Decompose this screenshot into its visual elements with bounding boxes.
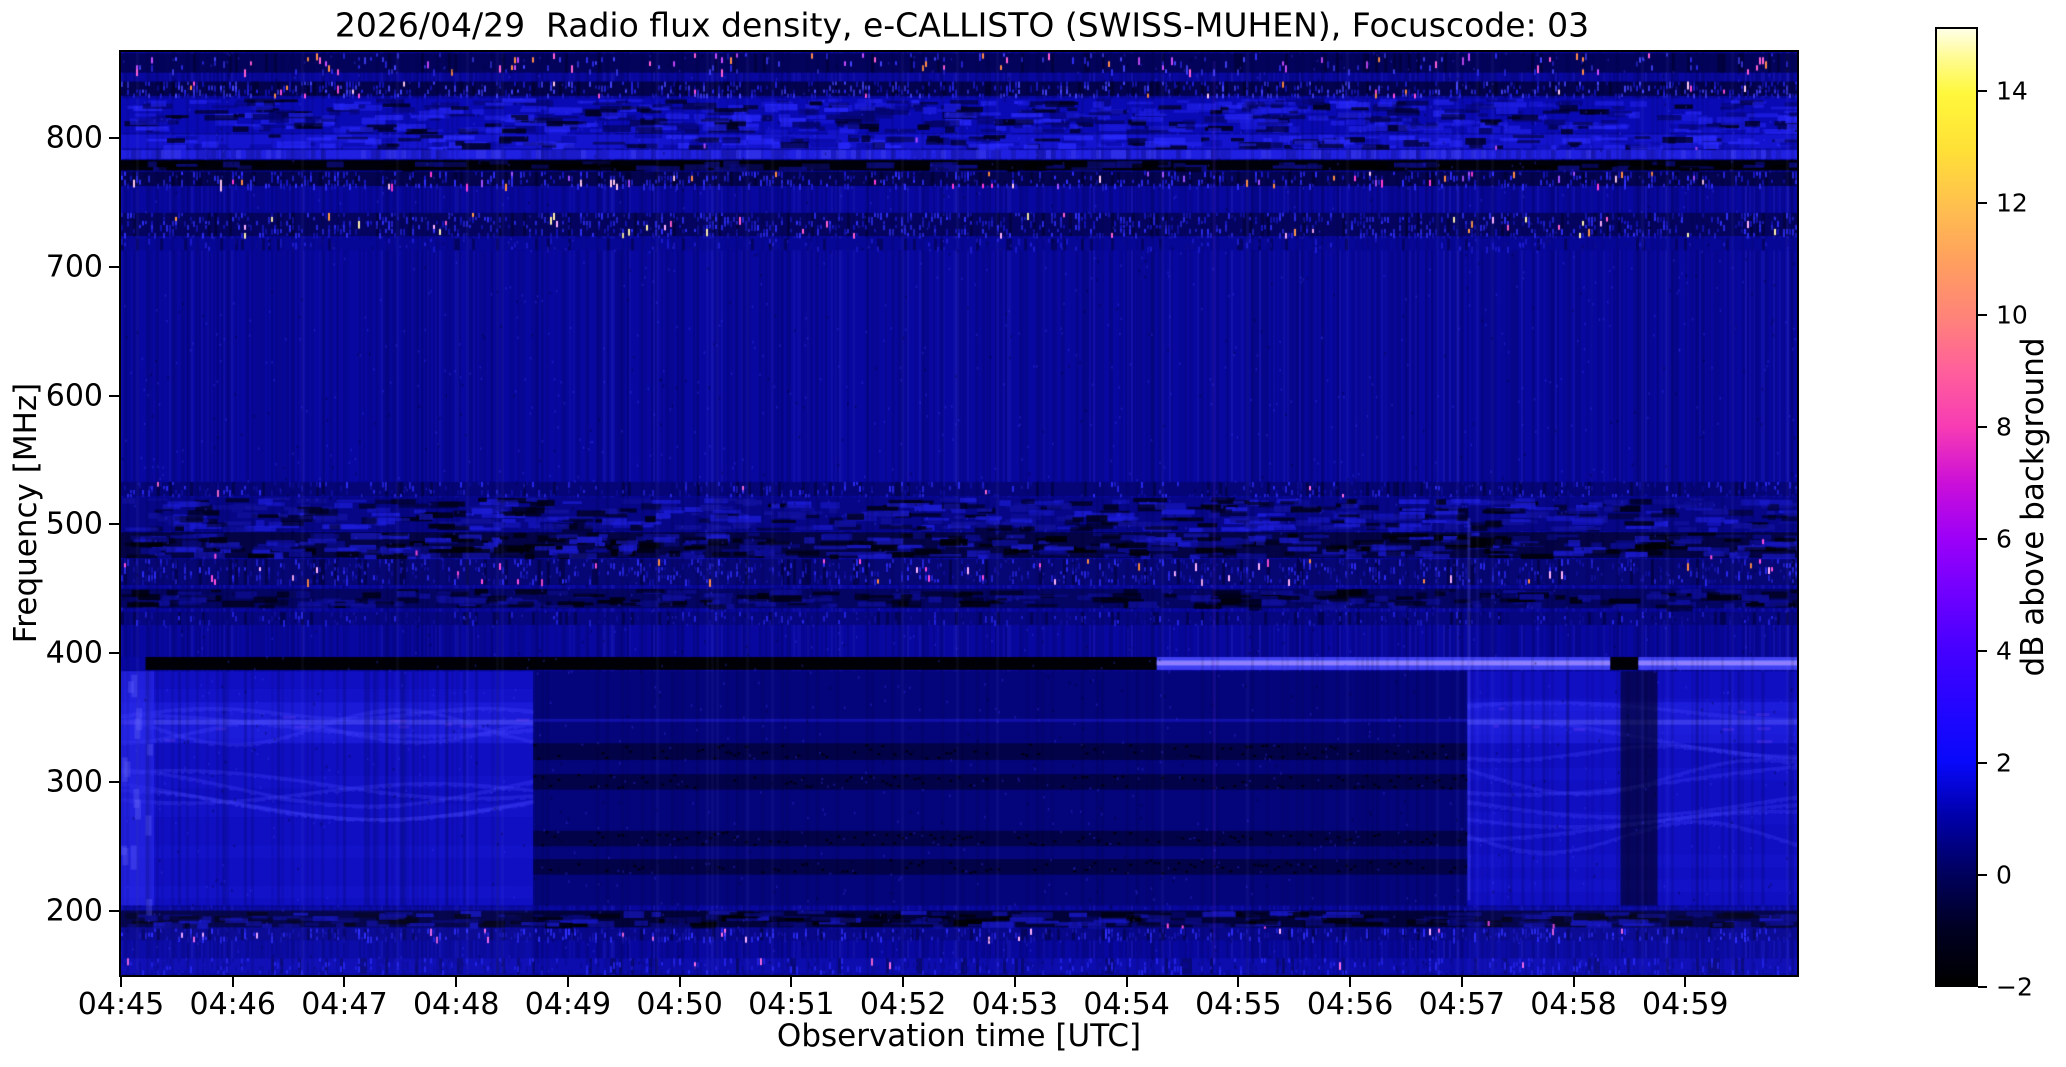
colorbar-tick-mark <box>1978 425 1987 428</box>
colorbar-tick-mark <box>1978 649 1987 652</box>
x-tick-mark <box>231 975 234 987</box>
x-tick-mark <box>566 975 569 987</box>
colorbar-tick-label: 4 <box>1996 636 2012 666</box>
x-axis-label: Observation time [UTC] <box>776 1018 1142 1054</box>
colorbar-tick-mark <box>1978 537 1987 540</box>
x-tick-mark <box>1013 975 1016 987</box>
colorbar-tick-mark <box>1978 89 1987 92</box>
x-tick-label: 04:46 <box>189 987 276 1022</box>
colorbar-tick-mark <box>1978 761 1987 764</box>
x-tick-label: 04:49 <box>524 987 612 1022</box>
colorbar-tick-mark <box>1978 873 1987 876</box>
colorbar-tick-label: 8 <box>1996 412 2012 442</box>
y-tick-mark <box>109 523 121 526</box>
colorbar-tick-mark <box>1978 201 1987 204</box>
colorbar-label: dB above background <box>2015 337 2051 677</box>
figure: 2026/04/29 Radio flux density, e-CALLIST… <box>0 0 2066 1067</box>
x-tick-label: 04:48 <box>412 987 500 1022</box>
colorbar-tick-label: 0 <box>1996 860 2012 890</box>
y-tick-label: 300 <box>45 764 103 800</box>
x-tick-label: 04:53 <box>971 987 1059 1022</box>
x-tick-mark <box>343 975 346 987</box>
colorbar-tick-label: 12 <box>1996 188 2028 218</box>
y-tick-mark <box>109 137 121 140</box>
x-tick-label: 04:59 <box>1642 987 1729 1022</box>
y-tick-label: 200 <box>45 893 103 929</box>
y-tick-mark <box>109 780 121 783</box>
x-tick-mark <box>1349 975 1352 987</box>
x-tick-label: 04:47 <box>301 987 388 1022</box>
colorbar-tick-label: 2 <box>1996 748 2012 778</box>
x-tick-label: 04:45 <box>77 987 165 1022</box>
spectrogram-heatmap <box>121 52 1797 975</box>
x-tick-mark <box>1684 975 1687 987</box>
chart-title: 2026/04/29 Radio flux density, e-CALLIST… <box>334 5 1590 45</box>
x-tick-mark <box>1125 975 1128 987</box>
colorbar-tick-mark <box>1978 313 1987 316</box>
y-tick-mark <box>109 265 121 268</box>
x-tick-mark <box>902 975 905 987</box>
y-tick-label: 800 <box>45 120 103 156</box>
x-tick-label: 04:52 <box>859 987 947 1022</box>
x-tick-label: 04:58 <box>1530 987 1617 1022</box>
x-tick-mark <box>1572 975 1575 987</box>
colorbar-tick-mark <box>1978 986 1987 988</box>
colorbar-tick-label: −2 <box>1996 972 2033 1002</box>
x-tick-label: 04:57 <box>1418 987 1506 1022</box>
x-tick-mark <box>120 975 122 987</box>
x-tick-mark <box>678 975 681 987</box>
colorbar-tick-label: 10 <box>1996 300 2028 330</box>
colorbar-tick-label: 14 <box>1996 76 2028 106</box>
x-tick-mark <box>790 975 793 987</box>
y-tick-mark <box>109 394 121 397</box>
y-tick-mark <box>109 652 121 655</box>
x-tick-label: 04:50 <box>636 987 723 1022</box>
y-axis-label: Frequency [MHz] <box>8 382 44 644</box>
x-tick-mark <box>455 975 458 987</box>
x-tick-label: 04:54 <box>1083 987 1170 1022</box>
colorbar-tick-label: 6 <box>1996 524 2012 554</box>
y-tick-mark <box>109 909 121 912</box>
y-tick-label: 700 <box>45 249 103 285</box>
colorbar <box>1935 27 1978 987</box>
x-tick-mark <box>1237 975 1240 987</box>
x-tick-label: 04:51 <box>748 987 835 1022</box>
x-tick-mark <box>1460 975 1463 987</box>
x-tick-label: 04:55 <box>1195 987 1282 1022</box>
x-tick-label: 04:56 <box>1306 987 1394 1022</box>
